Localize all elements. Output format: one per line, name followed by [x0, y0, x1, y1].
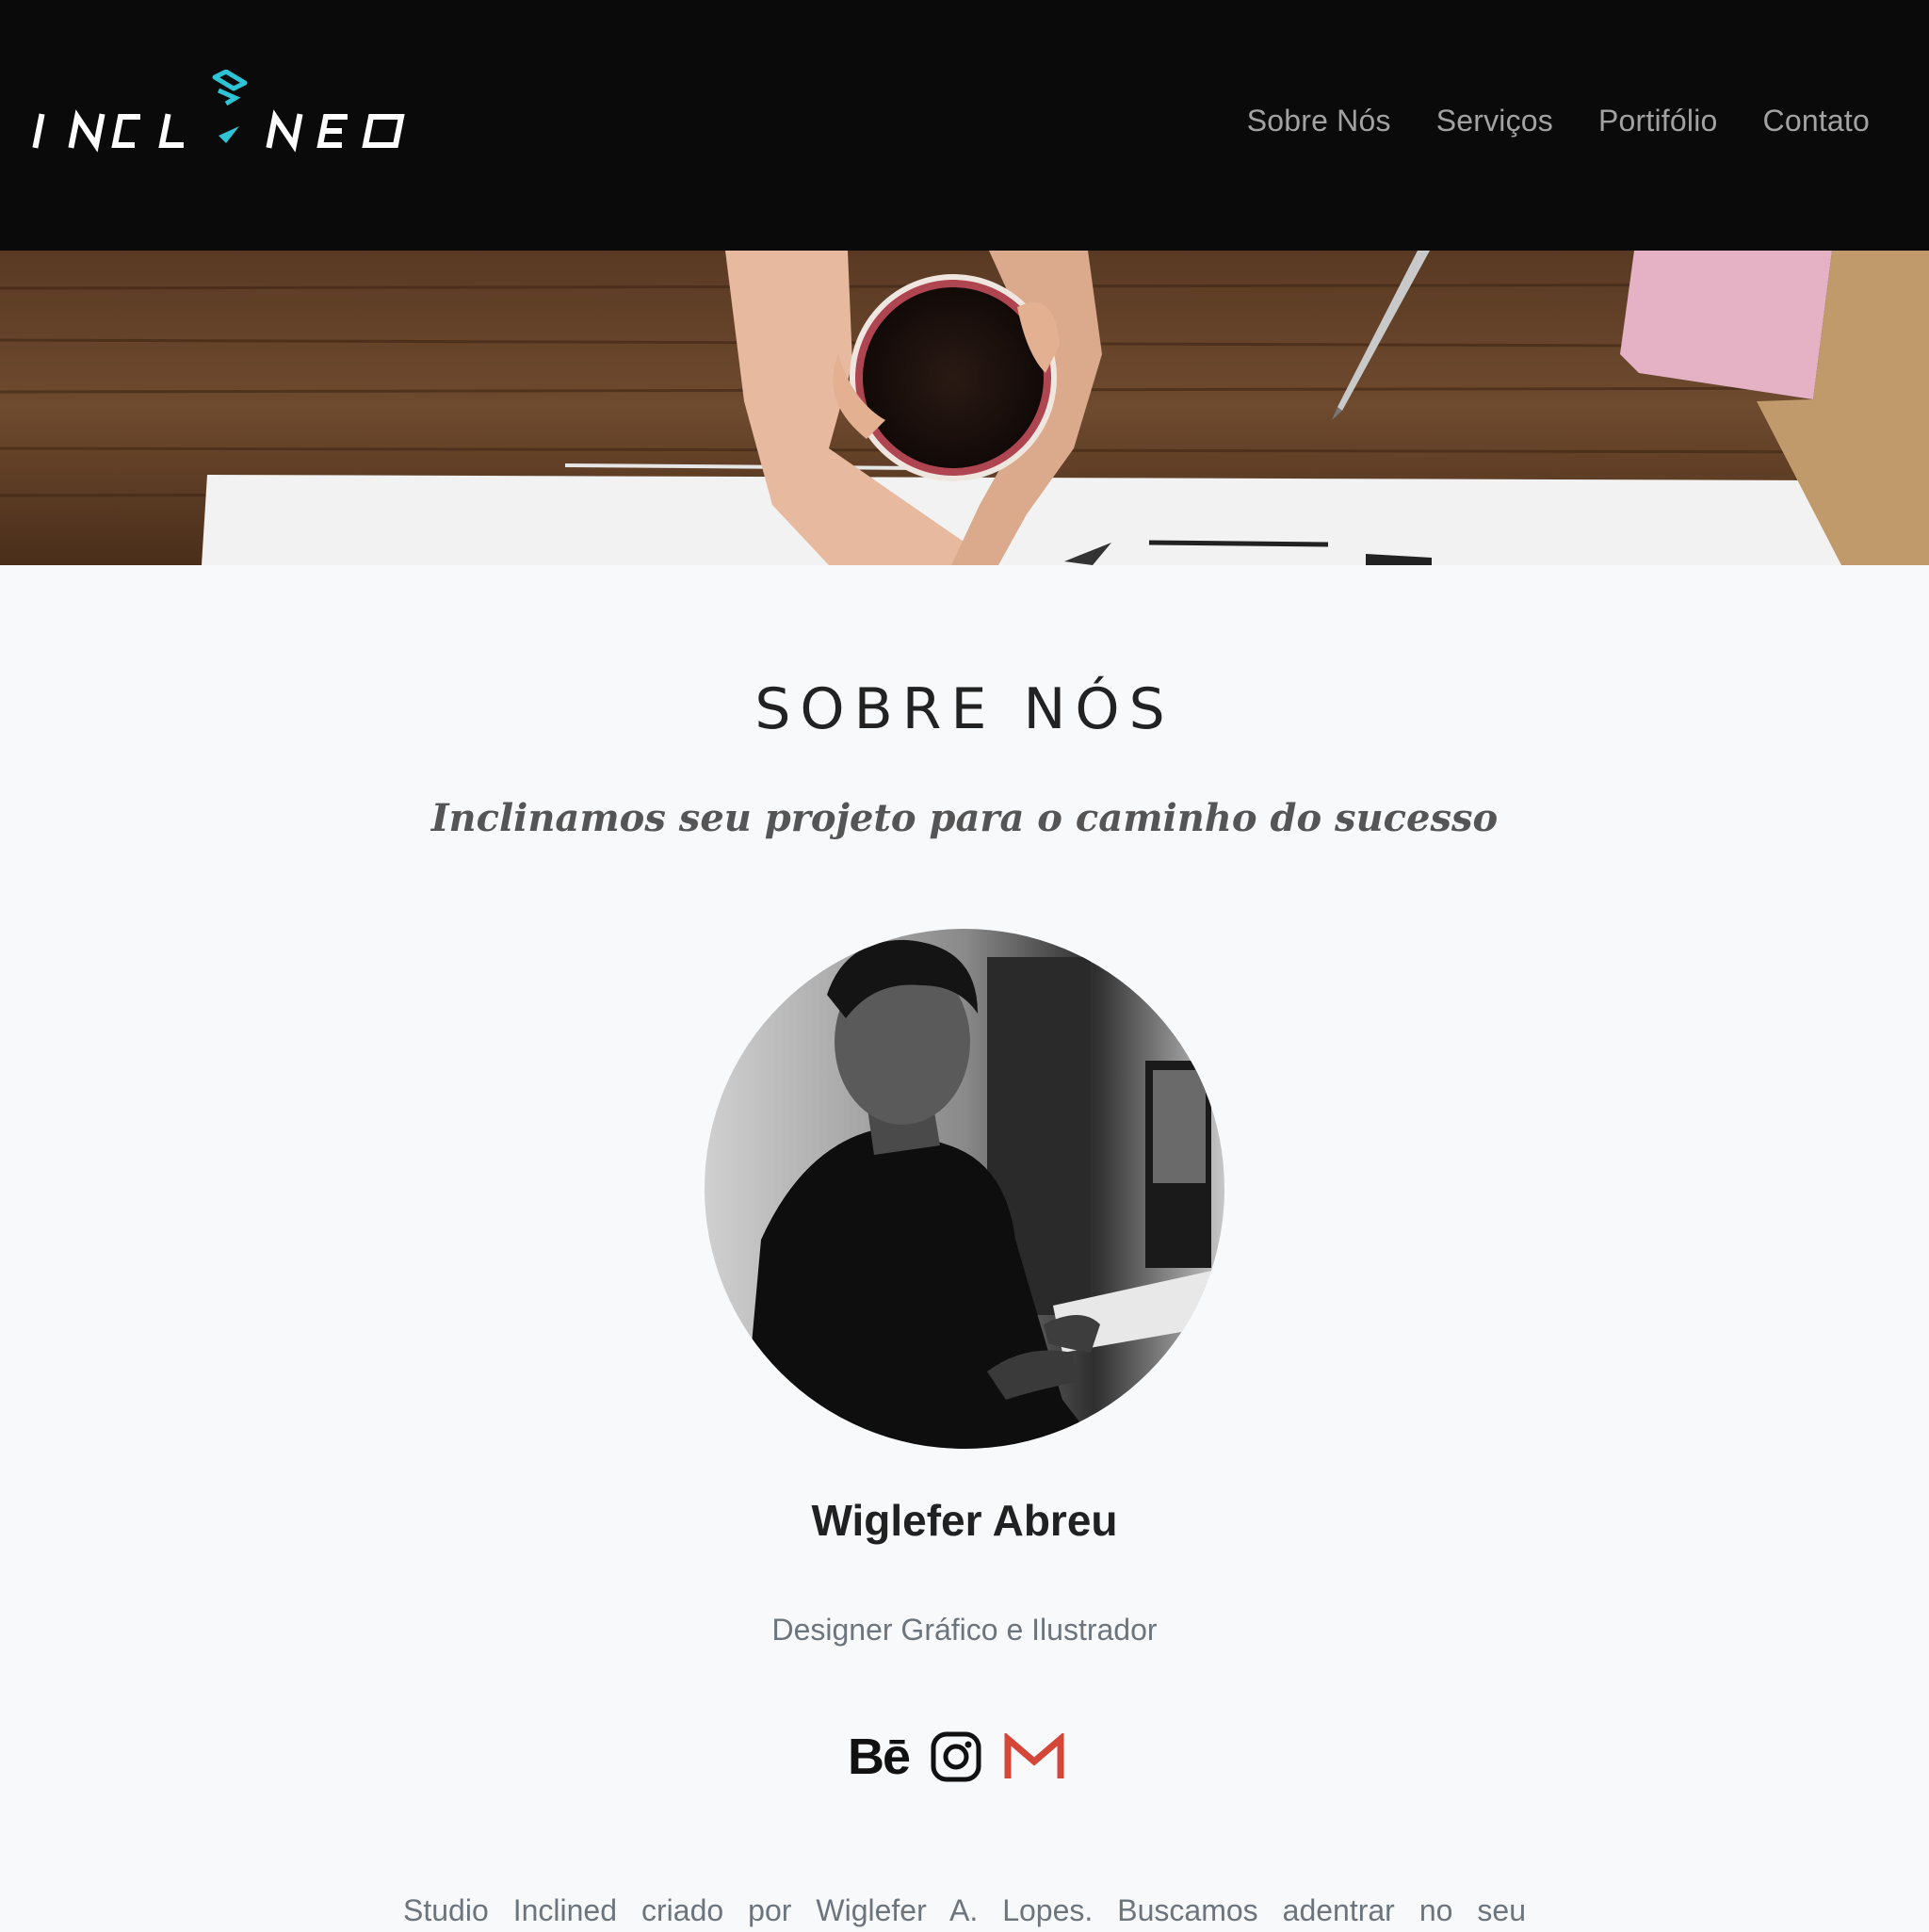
nav-link-contato[interactable]: Contato — [1763, 104, 1870, 138]
social-links: Bē — [848, 1724, 1083, 1790]
about-description: Studio Inclined criado por Wiglefer A. L… — [403, 1893, 1526, 1927]
section-title-sobre-nos: SOBRE NÓS — [754, 676, 1175, 742]
top-navbar: Sobre Nós Serviços Portifólio Contato — [0, 0, 1929, 251]
person-role: Designer Gráfico e Ilustrador — [771, 1613, 1158, 1647]
instagram-icon — [931, 1731, 981, 1782]
main-nav: Sobre Nós Serviços Portifólio Contato — [1202, 104, 1870, 138]
person-portrait-illustration — [705, 929, 1224, 1449]
nav-link-sobre-nos[interactable]: Sobre Nós — [1247, 104, 1391, 138]
inclined-logo-mark — [32, 69, 405, 153]
section-subtitle: Inclinamos seu projeto para o caminho do… — [430, 796, 1499, 840]
hero-banner-image — [0, 251, 1929, 565]
gmail-icon — [1004, 1733, 1064, 1778]
instagram-link[interactable] — [930, 1730, 982, 1783]
inclined-logo[interactable] — [32, 69, 409, 154]
gmail-link[interactable] — [1003, 1733, 1065, 1780]
nav-link-portifolio[interactable]: Portifólio — [1598, 104, 1718, 138]
behance-icon: Bē — [848, 1729, 911, 1785]
behance-link[interactable]: Bē — [848, 1728, 911, 1786]
person-name: Wiglefer Abreu — [811, 1496, 1118, 1545]
avatar-photo — [705, 929, 1224, 1449]
coffee-desk-illustration — [0, 251, 1929, 565]
nav-link-servicos[interactable]: Serviços — [1436, 104, 1553, 138]
